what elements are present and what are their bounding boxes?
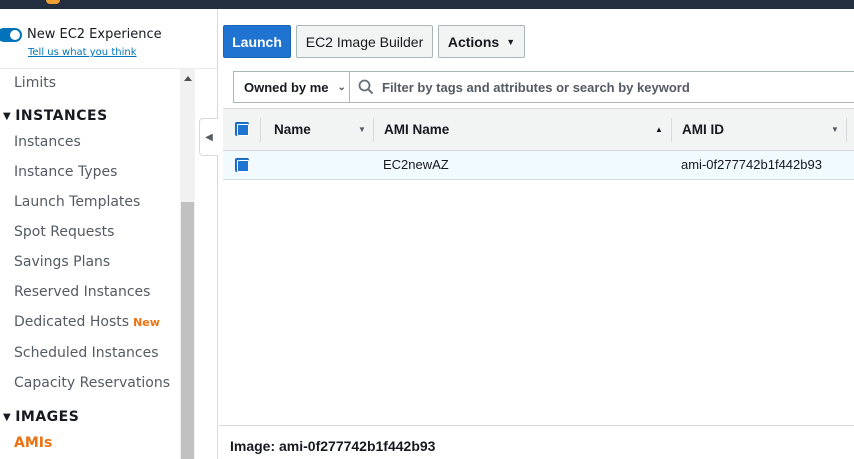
- collapse-triangle-icon: ▼: [3, 111, 12, 122]
- sidebar-item-dedicated-hosts[interactable]: Dedicated Hosts New: [14, 314, 160, 330]
- search-input[interactable]: [382, 76, 852, 98]
- sidebar-item-savings-plans[interactable]: Savings Plans: [14, 254, 110, 270]
- search-icon: [358, 79, 374, 95]
- sidebar-item-reserved-instances[interactable]: Reserved Instances: [14, 284, 150, 300]
- column-divider: [260, 118, 261, 142]
- table-row[interactable]: EC2newAZ ami-0f277742b1f442b93: [223, 151, 854, 180]
- sort-down-icon[interactable]: ▼: [358, 125, 366, 134]
- actions-button[interactable]: Actions ▼: [438, 25, 525, 58]
- sort-up-icon[interactable]: ▲: [655, 125, 663, 134]
- table-header: Name ▼ AMI Name ▲ AMI ID ▼: [223, 108, 854, 151]
- scroll-up-arrow-icon[interactable]: [184, 76, 192, 81]
- cell-ami-id: ami-0f277742b1f442b93: [681, 157, 822, 172]
- new-badge: New: [133, 316, 160, 329]
- sidebar-item-limits[interactable]: Limits: [14, 75, 56, 91]
- top-nav-bar: [0, 0, 854, 9]
- cell-ami-name: EC2newAZ: [383, 157, 449, 172]
- sidebar-item-instances[interactable]: Instances: [14, 134, 81, 150]
- filter-bar: Owned by me ⌄: [233, 71, 854, 103]
- sidebar-scrollbar[interactable]: [180, 69, 195, 459]
- column-header-ami-id[interactable]: AMI ID: [682, 109, 724, 150]
- aws-logo[interactable]: [46, 0, 60, 4]
- column-divider: [671, 118, 672, 142]
- owner-filter-select[interactable]: Owned by me ⌄: [234, 72, 350, 102]
- sidebar-item-instance-types[interactable]: Instance Types: [14, 164, 117, 180]
- column-divider: [846, 118, 847, 142]
- sidebar-item-capacity-reservations[interactable]: Capacity Reservations: [14, 375, 170, 391]
- details-divider[interactable]: [219, 425, 854, 426]
- sidebar-item-label: Dedicated Hosts: [14, 314, 130, 330]
- launch-button[interactable]: Launch: [223, 25, 291, 58]
- new-experience-toggle[interactable]: [0, 28, 22, 42]
- sidebar-item-scheduled-instances[interactable]: Scheduled Instances: [14, 345, 159, 361]
- column-divider: [373, 118, 374, 142]
- image-builder-button[interactable]: EC2 Image Builder: [296, 25, 433, 58]
- actions-label: Actions: [447, 33, 500, 50]
- section-instances[interactable]: ▼ INSTANCES: [3, 108, 108, 124]
- scroll-thumb[interactable]: [181, 202, 194, 459]
- sidebar-item-amis[interactable]: AMIs: [14, 435, 52, 451]
- chevron-down-icon: ▼: [506, 36, 516, 47]
- sort-down-icon[interactable]: ▼: [831, 125, 839, 134]
- toggle-knob: [10, 30, 20, 40]
- section-label: IMAGES: [15, 409, 80, 425]
- column-header-ami-name[interactable]: AMI Name: [384, 109, 449, 150]
- collapse-triangle-icon: ▼: [3, 412, 12, 423]
- chevron-down-icon: ⌄: [337, 81, 346, 93]
- row-checkbox[interactable]: [235, 158, 249, 172]
- chevron-left-icon: ◀: [205, 131, 213, 143]
- feedback-link[interactable]: Tell us what you think: [28, 47, 137, 58]
- sidebar-item-spot-requests[interactable]: Spot Requests: [14, 224, 114, 240]
- owner-filter-value: Owned by me: [244, 79, 329, 95]
- toggle-label: New EC2 Experience: [27, 27, 162, 42]
- section-label: INSTANCES: [15, 108, 108, 124]
- details-title: Image: ami-0f277742b1f442b93: [230, 438, 436, 454]
- sidebar-nav: Limits ▼ INSTANCES Instances Instance Typ…: [0, 69, 180, 459]
- column-header-name[interactable]: Name: [274, 109, 311, 150]
- section-images[interactable]: ▼ IMAGES: [3, 409, 79, 425]
- sidebar-item-launch-templates[interactable]: Launch Templates: [14, 194, 140, 210]
- collapse-sidebar-button[interactable]: ◀: [199, 118, 218, 156]
- select-all-checkbox[interactable]: [235, 122, 249, 136]
